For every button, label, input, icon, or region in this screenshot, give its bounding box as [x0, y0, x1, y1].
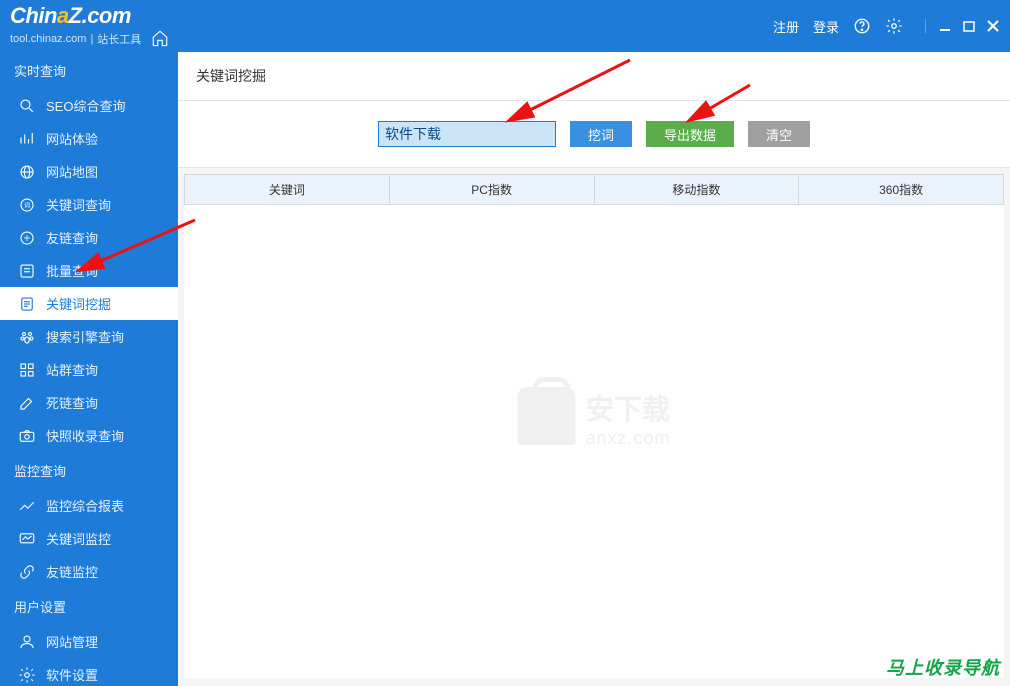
app-header: ChinaZ.com tool.chinaz.com | 站长工具 注册 登录: [0, 0, 1010, 52]
help-icon[interactable]: [853, 17, 871, 35]
divider: |: [90, 33, 93, 45]
sidebar-item-keyword-monitor[interactable]: 关键词监控: [0, 522, 178, 555]
list-icon: [18, 262, 36, 280]
sidebar-item-label: 监控综合报表: [46, 496, 124, 515]
subtitle-text: 站长工具: [97, 31, 141, 47]
sidebar-item-label: 网站地图: [46, 162, 98, 181]
minimize-icon[interactable]: [938, 19, 952, 33]
gear-icon: [18, 666, 36, 684]
camera-icon: [18, 427, 36, 445]
main-content: 关键词挖掘 挖词 导出数据 清空 关键词 PC指数 移动指数 360指数 安下载…: [178, 52, 1010, 686]
sidebar-item-label: 站群查询: [46, 360, 98, 379]
sidebar-item-label: 网站管理: [46, 632, 98, 651]
results-table: 关键词 PC指数 移动指数 360指数 安下载 anxz.com: [184, 174, 1004, 678]
clear-button[interactable]: 清空: [748, 121, 810, 147]
col-keyword[interactable]: 关键词: [185, 175, 390, 204]
sidebar-item-label: 死链查询: [46, 393, 98, 412]
register-link[interactable]: 注册: [773, 17, 799, 36]
link-icon: [18, 229, 36, 247]
sidebar-section-realtime: 实时查询: [0, 52, 178, 89]
sidebar-item-label: 关键词查询: [46, 195, 111, 214]
table-header: 关键词 PC指数 移动指数 360指数: [184, 174, 1004, 205]
sidebar: 实时查询 SEO综合查询 网站体验 网站地图 词关键词查询 友链查询 批量查询 …: [0, 52, 178, 686]
logo-text-suffix: Z.com: [69, 3, 131, 28]
chart-icon: [18, 497, 36, 515]
logo-a-char: a: [57, 3, 69, 28]
document-icon: [18, 295, 36, 313]
watermark-en: anxz.com: [585, 428, 670, 449]
search-icon: [18, 97, 36, 115]
monitor-icon: [18, 530, 36, 548]
sidebar-item-sitegroup[interactable]: 站群查询: [0, 353, 178, 386]
logo-subtitle: tool.chinaz.com | 站长工具: [10, 29, 169, 50]
sidebar-item-label: SEO综合查询: [46, 96, 125, 115]
sidebar-item-software-settings[interactable]: 软件设置: [0, 658, 178, 686]
sidebar-item-label: 搜索引擎查询: [46, 327, 124, 346]
page-title: 关键词挖掘: [178, 52, 1010, 101]
col-mobile-index[interactable]: 移动指数: [595, 175, 800, 204]
sidebar-item-label: 关键词监控: [46, 529, 111, 548]
col-pc-index[interactable]: PC指数: [390, 175, 595, 204]
logo[interactable]: ChinaZ.com: [10, 3, 169, 29]
logo-area: ChinaZ.com tool.chinaz.com | 站长工具: [10, 3, 169, 50]
sidebar-item-monitor-report[interactable]: 监控综合报表: [0, 489, 178, 522]
maximize-icon[interactable]: [962, 19, 976, 33]
sidebar-item-batch[interactable]: 批量查询: [0, 254, 178, 287]
link2-icon: [18, 563, 36, 581]
window-controls: [925, 19, 1000, 33]
sidebar-item-label: 快照收录查询: [46, 426, 124, 445]
sidebar-item-label: 关键词挖掘: [46, 294, 111, 313]
sidebar-item-label: 友链查询: [46, 228, 98, 247]
logo-text-prefix: Chin: [10, 3, 57, 28]
bars-icon: [18, 130, 36, 148]
globe-icon: [18, 163, 36, 181]
watermark-cn: 安下载: [585, 388, 670, 428]
settings-icon[interactable]: [885, 17, 903, 35]
home-icon[interactable]: [151, 29, 169, 50]
sidebar-item-deadlink[interactable]: 死链查询: [0, 386, 178, 419]
paw-icon: [18, 328, 36, 346]
export-button[interactable]: 导出数据: [646, 121, 734, 147]
footer-nav-link[interactable]: 马上收录导航: [886, 654, 1000, 680]
sidebar-item-experience[interactable]: 网站体验: [0, 122, 178, 155]
user-icon: [18, 633, 36, 651]
svg-text:词: 词: [24, 201, 30, 209]
sidebar-item-friendlink[interactable]: 友链查询: [0, 221, 178, 254]
lock-icon: [517, 387, 575, 445]
sidebar-item-friendlink-monitor[interactable]: 友链监控: [0, 555, 178, 588]
subdomain-text: tool.chinaz.com: [10, 33, 86, 45]
sidebar-item-label: 网站体验: [46, 129, 98, 148]
keyword-input[interactable]: [378, 121, 556, 147]
grid-icon: [18, 361, 36, 379]
header-right: 注册 登录: [773, 17, 1000, 36]
sidebar-item-seo[interactable]: SEO综合查询: [0, 89, 178, 122]
sidebar-item-keyword-query[interactable]: 词 关键词查询: [0, 188, 178, 221]
close-icon[interactable]: [986, 19, 1000, 33]
sidebar-section-monitor: 监控查询: [0, 452, 178, 489]
sidebar-item-snapshot[interactable]: 快照收录查询: [0, 419, 178, 452]
table-body: 安下载 anxz.com: [184, 205, 1004, 679]
col-360-index[interactable]: 360指数: [799, 175, 1003, 204]
sidebar-item-label: 友链监控: [46, 562, 98, 581]
sidebar-section-user: 用户设置: [0, 588, 178, 625]
sidebar-item-search-engine[interactable]: 搜索引擎查询: [0, 320, 178, 353]
search-button[interactable]: 挖词: [570, 121, 632, 147]
edit-icon: [18, 394, 36, 412]
sidebar-item-label: 软件设置: [46, 665, 98, 684]
sidebar-item-label: 批量查询: [46, 261, 98, 280]
sidebar-item-keyword-mining[interactable]: 关键词挖掘: [0, 287, 178, 320]
target-icon: 词: [18, 196, 36, 214]
sidebar-item-sitemap[interactable]: 网站地图: [0, 155, 178, 188]
watermark: 安下载 anxz.com: [517, 387, 670, 449]
sidebar-item-site-manage[interactable]: 网站管理: [0, 625, 178, 658]
toolbar: 挖词 导出数据 清空: [178, 101, 1010, 168]
login-link[interactable]: 登录: [813, 17, 839, 36]
